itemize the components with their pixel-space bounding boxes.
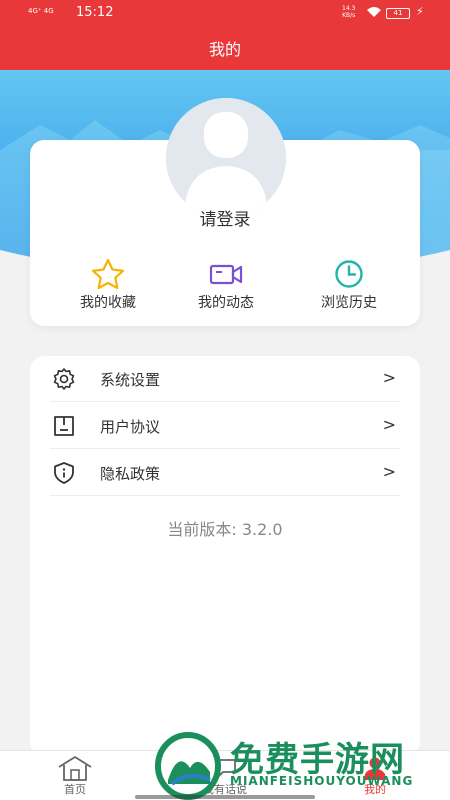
page-title: 我的 xyxy=(208,40,241,59)
network-speed: 14.3 KB/s xyxy=(342,5,356,19)
charging-icon: ⚡ xyxy=(416,5,424,18)
quick-action-posts[interactable]: 我的动态 xyxy=(171,258,281,312)
gear-icon xyxy=(53,368,75,390)
shield-info-icon xyxy=(54,462,74,484)
video-camera-icon xyxy=(209,264,243,285)
quick-action-label: 我的收藏 xyxy=(80,295,136,311)
login-link[interactable]: 请登录 xyxy=(0,205,450,230)
menu-item-privacy-policy[interactable]: 隐私政策 > xyxy=(50,450,400,496)
quick-action-favorites[interactable]: 我的收藏 xyxy=(53,258,163,312)
watermark-logo-icon xyxy=(155,732,221,800)
quick-action-history[interactable]: 浏览历史 xyxy=(294,258,404,312)
star-icon xyxy=(91,258,125,290)
menu-item-system-settings[interactable]: 系统设置 > xyxy=(50,356,400,402)
document-icon xyxy=(54,416,74,436)
chevron-right-icon: > xyxy=(382,462,396,481)
menu-item-label: 系统设置 xyxy=(100,371,161,389)
settings-menu: 系统设置 > 用户协议 > 隐私政策 > 当前版本: 3.2.0 xyxy=(30,356,420,756)
watermark-english-text: MIANFEISHOUYOUWANG xyxy=(230,774,414,788)
quick-action-label: 我的动态 xyxy=(198,295,254,311)
user-placeholder-icon xyxy=(166,98,286,218)
app-header: 4G⁺ 4G 15:12 14.3 KB/s 41 ⚡ 我的 xyxy=(0,0,450,70)
menu-item-user-agreement[interactable]: 用户协议 > xyxy=(50,403,400,449)
tab-home[interactable]: 首页 xyxy=(30,755,120,797)
avatar[interactable] xyxy=(166,98,286,218)
wifi-icon xyxy=(367,7,381,17)
tab-label: 首页 xyxy=(64,783,86,796)
menu-item-label: 隐私政策 xyxy=(100,465,161,483)
chevron-right-icon: > xyxy=(382,368,396,387)
quick-action-label: 浏览历史 xyxy=(321,295,377,311)
battery-indicator: 41 xyxy=(386,8,410,19)
chevron-right-icon: > xyxy=(382,415,396,434)
watermark: 免费手游网 MIANFEISHOUYOUWANG xyxy=(150,730,450,800)
clock-icon xyxy=(335,260,363,288)
app-version: 当前版本: 3.2.0 xyxy=(167,520,283,539)
signal-indicator: 4G⁺ 4G xyxy=(28,7,54,15)
home-indicator xyxy=(135,795,315,799)
menu-item-label: 用户协议 xyxy=(100,418,161,436)
status-time: 15:12 xyxy=(76,5,114,20)
status-bar: 4G⁺ 4G 15:12 14.3 KB/s 41 ⚡ xyxy=(0,0,450,26)
house-icon xyxy=(58,756,92,781)
